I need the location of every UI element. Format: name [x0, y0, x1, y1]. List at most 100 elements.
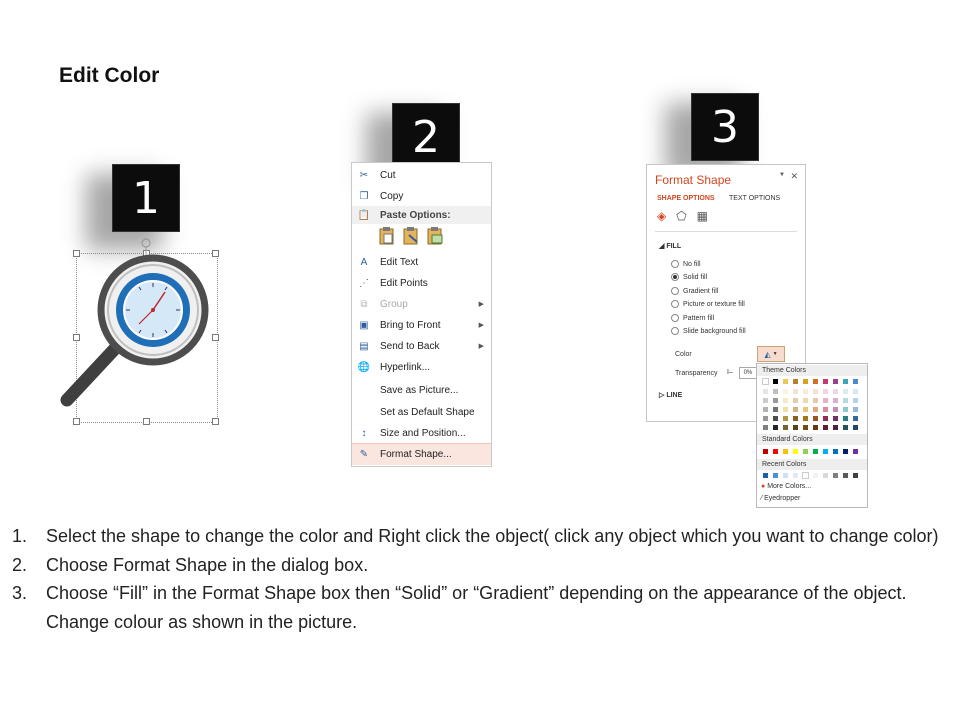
menu-item-edit-points[interactable]: ⋰ Edit Points: [352, 273, 491, 293]
standard-color-swatch[interactable]: [772, 448, 779, 455]
theme-color-shade-swatch[interactable]: [822, 424, 829, 431]
recent-color-swatch[interactable]: [772, 472, 779, 479]
recent-color-swatch[interactable]: [792, 472, 799, 479]
recent-color-swatch[interactable]: [812, 472, 819, 479]
standard-color-swatch[interactable]: [822, 448, 829, 455]
theme-color-shade-swatch[interactable]: [812, 406, 819, 413]
recent-color-swatch[interactable]: [832, 472, 839, 479]
theme-color-shade-swatch[interactable]: [832, 406, 839, 413]
theme-color-shade-swatch[interactable]: [812, 397, 819, 404]
theme-color-swatch[interactable]: [822, 378, 829, 385]
theme-color-shade-swatch[interactable]: [782, 424, 789, 431]
paste-keep-source-icon[interactable]: [378, 226, 396, 246]
theme-color-shade-swatch[interactable]: [832, 397, 839, 404]
theme-color-shade-swatch[interactable]: [812, 415, 819, 422]
radio-solid-fill[interactable]: Solid fill: [671, 273, 707, 281]
paste-picture-icon[interactable]: [426, 226, 444, 246]
theme-color-shade-swatch[interactable]: [792, 406, 799, 413]
theme-color-shade-swatch[interactable]: [762, 406, 769, 413]
standard-color-swatch[interactable]: [762, 448, 769, 455]
theme-color-shade-swatch[interactable]: [832, 388, 839, 395]
theme-color-shade-swatch[interactable]: [852, 415, 859, 422]
transparency-slider[interactable]: I–: [727, 369, 733, 376]
menu-item-group[interactable]: ⧉ Group ▶: [352, 294, 491, 314]
recent-color-swatch[interactable]: [762, 472, 769, 479]
theme-color-shade-swatch[interactable]: [792, 424, 799, 431]
menu-item-send-to-back[interactable]: ▤ Send to Back ▶: [352, 336, 491, 356]
theme-color-shade-swatch[interactable]: [852, 388, 859, 395]
theme-color-shade-swatch[interactable]: [762, 388, 769, 395]
theme-color-swatch[interactable]: [792, 378, 799, 385]
theme-color-shade-swatch[interactable]: [782, 397, 789, 404]
theme-color-shade-swatch[interactable]: [792, 415, 799, 422]
radio-slide-background-fill[interactable]: Slide background fill: [671, 327, 746, 335]
menu-item-hyperlink[interactable]: 🌐 Hyperlink...: [352, 357, 491, 377]
more-colors-item[interactable]: ● More Colors...: [761, 483, 811, 490]
eyedropper-item[interactable]: ⁄ Eyedropper: [761, 495, 800, 502]
menu-item-save-as-picture[interactable]: Save as Picture...: [352, 380, 491, 400]
theme-color-shade-swatch[interactable]: [842, 397, 849, 404]
theme-color-swatch[interactable]: [832, 378, 839, 385]
theme-color-shade-swatch[interactable]: [832, 424, 839, 431]
recent-color-swatch[interactable]: [822, 472, 829, 479]
theme-color-shade-swatch[interactable]: [792, 397, 799, 404]
recent-color-swatch[interactable]: [852, 472, 859, 479]
theme-color-shade-swatch[interactable]: [812, 388, 819, 395]
theme-color-shade-swatch[interactable]: [822, 406, 829, 413]
theme-color-shade-swatch[interactable]: [852, 406, 859, 413]
theme-color-swatch[interactable]: [812, 378, 819, 385]
theme-color-swatch[interactable]: [762, 378, 769, 385]
radio-picture-fill[interactable]: Picture or texture fill: [671, 300, 745, 308]
menu-item-size-and-position[interactable]: ↕ Size and Position...: [352, 423, 491, 443]
theme-color-shade-swatch[interactable]: [762, 415, 769, 422]
standard-color-swatch[interactable]: [802, 448, 809, 455]
menu-item-copy[interactable]: ❐ Copy: [352, 186, 491, 206]
standard-color-swatch[interactable]: [842, 448, 849, 455]
menu-item-format-shape[interactable]: ✎ Format Shape...: [352, 443, 491, 465]
effects-icon[interactable]: ⬠: [676, 209, 686, 223]
theme-color-shade-swatch[interactable]: [762, 424, 769, 431]
theme-color-shade-swatch[interactable]: [822, 415, 829, 422]
menu-item-set-default-shape[interactable]: Set as Default Shape: [352, 402, 491, 422]
theme-color-swatch[interactable]: [842, 378, 849, 385]
theme-color-swatch[interactable]: [782, 378, 789, 385]
theme-color-shade-swatch[interactable]: [842, 388, 849, 395]
standard-color-swatch[interactable]: [832, 448, 839, 455]
theme-color-shade-swatch[interactable]: [802, 415, 809, 422]
menu-item-edit-text[interactable]: A Edit Text: [352, 252, 491, 272]
theme-color-swatch[interactable]: [802, 378, 809, 385]
close-icon[interactable]: ✕: [790, 171, 798, 182]
theme-color-swatch[interactable]: [852, 378, 859, 385]
transparency-input[interactable]: 0%: [739, 367, 757, 379]
recent-color-swatch[interactable]: [782, 472, 789, 479]
pane-options-dropdown-icon[interactable]: ▼: [779, 172, 785, 178]
theme-color-shade-swatch[interactable]: [832, 415, 839, 422]
size-properties-icon[interactable]: ▦: [697, 209, 708, 223]
menu-item-cut[interactable]: ✂ Cut: [352, 165, 491, 185]
menu-item-bring-to-front[interactable]: ▣ Bring to Front ▶: [352, 315, 491, 335]
theme-color-shade-swatch[interactable]: [782, 415, 789, 422]
theme-color-shade-swatch[interactable]: [842, 415, 849, 422]
standard-color-swatch[interactable]: [812, 448, 819, 455]
recent-color-swatch[interactable]: [842, 472, 849, 479]
magnifier-clock-icon[interactable]: [55, 228, 225, 418]
theme-color-shade-swatch[interactable]: [802, 397, 809, 404]
fill-section-header[interactable]: ◢ FILL: [659, 242, 681, 250]
paste-destination-icon[interactable]: [402, 226, 420, 246]
line-section-header[interactable]: ▷ LINE: [659, 391, 682, 399]
color-picker-button[interactable]: ◭ ▼: [757, 346, 785, 362]
theme-color-shade-swatch[interactable]: [772, 397, 779, 404]
theme-color-shade-swatch[interactable]: [802, 424, 809, 431]
theme-color-shade-swatch[interactable]: [802, 406, 809, 413]
theme-color-shade-swatch[interactable]: [762, 397, 769, 404]
tab-shape-options[interactable]: SHAPE OPTIONS: [657, 195, 715, 202]
radio-gradient-fill[interactable]: Gradient fill: [671, 287, 718, 295]
radio-pattern-fill[interactable]: Pattern fill: [671, 314, 714, 322]
theme-color-shade-swatch[interactable]: [802, 388, 809, 395]
tab-text-options[interactable]: TEXT OPTIONS: [729, 195, 780, 202]
theme-color-shade-swatch[interactable]: [772, 388, 779, 395]
standard-color-swatch[interactable]: [852, 448, 859, 455]
theme-color-shade-swatch[interactable]: [842, 424, 849, 431]
theme-color-shade-swatch[interactable]: [842, 406, 849, 413]
theme-color-shade-swatch[interactable]: [782, 388, 789, 395]
